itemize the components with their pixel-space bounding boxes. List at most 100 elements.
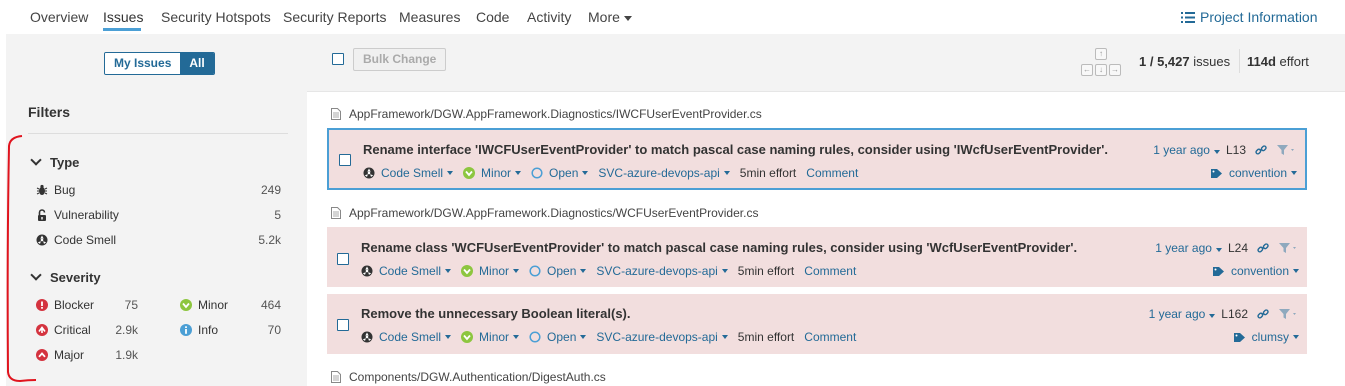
nav-issues[interactable]: Issues (103, 9, 143, 25)
issue-meta: Code Smell Minor Open SVC-azure-devops-a… (363, 166, 868, 180)
issue-assignee-dropdown[interactable]: SVC-azure-devops-api (598, 166, 730, 180)
project-information-link[interactable]: Project Information (1181, 9, 1318, 25)
issue-severity-dropdown[interactable]: Minor (463, 166, 522, 180)
issue-comment-link[interactable]: Comment (804, 330, 856, 344)
issue-assignee-dropdown[interactable]: SVC-azure-devops-api (596, 264, 728, 278)
facet-item-info[interactable]: Info (180, 323, 218, 337)
nav-activity[interactable]: Activity (527, 9, 571, 25)
facet-item-label: Vulnerability (54, 208, 119, 222)
issue-comment-link[interactable]: Comment (806, 166, 858, 180)
issue-effort: 5min effort (737, 264, 795, 278)
facet-item-vulnerability[interactable]: Vulnerability (36, 208, 119, 222)
issue-message[interactable]: Remove the unnecessary Boolean literal(s… (361, 306, 630, 321)
nav-measures[interactable]: Measures (399, 9, 460, 25)
facet-item-label: Code Smell (54, 233, 117, 247)
issue-item[interactable]: Rename class 'WCFUserEventProvider' to m… (327, 227, 1307, 287)
issue-tags-dropdown[interactable]: clumsy (1233, 330, 1299, 344)
facet-item-major[interactable]: Major (36, 348, 84, 362)
caret-down-icon (445, 335, 452, 339)
counter-divider (1239, 49, 1240, 73)
facet-item-code-smell[interactable]: Code Smell (36, 233, 116, 247)
my-issues-button[interactable]: My Issues (105, 53, 181, 74)
file-path[interactable]: AppFramework/DGW.AppFramework.Diagnostic… (331, 206, 758, 220)
filters-divider (28, 133, 288, 134)
issue-tag-label: clumsy (1251, 330, 1289, 344)
arrow-up-key-icon: ↑ (1095, 48, 1107, 60)
select-all-checkbox[interactable] (332, 53, 344, 65)
issue-line: L13 (1225, 143, 1246, 157)
facet-item-label: Major (54, 348, 85, 362)
issue-checkbox[interactable] (339, 154, 351, 166)
facet-item-label: Critical (54, 323, 91, 337)
issue-severity-dropdown[interactable]: Minor (461, 264, 520, 278)
issue-age-label: 1 year ago (1148, 307, 1206, 321)
link-icon[interactable] (1257, 308, 1269, 320)
issue-tags-dropdown[interactable]: convention (1212, 264, 1299, 278)
file-path-label: Components/DGW.Authentication/DigestAuth… (349, 370, 606, 384)
caret-down-icon (723, 171, 730, 175)
nav-overview[interactable]: Overview (30, 9, 88, 25)
link-icon[interactable] (1257, 242, 1269, 254)
all-issues-button[interactable]: All (180, 53, 214, 74)
effort-value: 114d (1247, 54, 1276, 69)
arrow-down-key-icon: ↓ (1095, 64, 1107, 76)
facet-item-count: 5 (274, 208, 281, 222)
nav-code[interactable]: Code (476, 9, 509, 25)
minor-icon (461, 265, 474, 277)
issue-line: L24 (1227, 241, 1248, 255)
issue-assignee-dropdown[interactable]: SVC-azure-devops-api (596, 330, 728, 344)
nav-more[interactable]: More (588, 9, 632, 25)
issue-item[interactable]: Remove the unnecessary Boolean literal(s… (327, 294, 1307, 354)
facet-item-count: 464 (260, 298, 281, 312)
caret-down-icon (1209, 314, 1216, 318)
caret-down-icon (580, 269, 587, 273)
issue-tag-label: convention (1230, 264, 1289, 278)
issue-age-dropdown[interactable]: 1 year ago (1153, 143, 1220, 157)
issue-type-dropdown[interactable]: Code Smell (363, 166, 454, 180)
facet-item-minor[interactable]: Minor (180, 298, 228, 312)
issue-comment-link[interactable]: Comment (804, 264, 856, 278)
facet-item-blocker[interactable]: Blocker (36, 298, 94, 312)
open-status-icon (529, 265, 541, 277)
facet-item-critical[interactable]: Critical (36, 323, 91, 337)
file-path-label: AppFramework/DGW.AppFramework.Diagnostic… (349, 107, 762, 121)
issue-age-dropdown[interactable]: 1 year ago (1149, 307, 1216, 321)
issue-meta: Code Smell Minor Open SVC-azure-devops-a… (361, 264, 866, 278)
issue-type-dropdown[interactable]: Code Smell (361, 264, 452, 278)
bulk-change-button[interactable]: Bulk Change (353, 48, 447, 71)
issue-status-dropdown[interactable]: Open (529, 330, 587, 344)
issue-item[interactable]: Rename interface 'IWCFUserEventProvider'… (327, 128, 1307, 190)
issue-status-dropdown[interactable]: Open (531, 166, 589, 180)
file-icon (331, 207, 341, 219)
minor-icon (180, 299, 192, 311)
issue-severity-dropdown[interactable]: Minor (461, 330, 520, 344)
issue-age-dropdown[interactable]: 1 year ago (1155, 241, 1222, 255)
minor-icon (461, 331, 474, 343)
filter-icon[interactable] (1279, 242, 1299, 254)
facet-item-count: 249 (260, 183, 281, 197)
file-path[interactable]: Components/DGW.Authentication/DigestAuth… (331, 370, 606, 384)
caret-down-icon (1291, 171, 1297, 175)
filters-sidebar: My Issues All Filters Type Bug 249 Vulne… (6, 34, 307, 386)
issue-status-dropdown[interactable]: Open (529, 264, 587, 278)
filter-icon[interactable] (1279, 308, 1299, 320)
caret-down-icon (513, 335, 520, 339)
caret-down-icon (582, 171, 589, 175)
issues-total: 5,427 (1157, 54, 1190, 69)
nav-security-hotspots[interactable]: Security Hotspots (161, 9, 271, 25)
issue-checkbox[interactable] (337, 319, 349, 331)
issue-message[interactable]: Rename interface 'IWCFUserEventProvider'… (363, 142, 1108, 157)
filter-icon[interactable] (1277, 144, 1297, 156)
issue-message[interactable]: Rename class 'WCFUserEventProvider' to m… (361, 240, 1077, 255)
nav-security-reports[interactable]: Security Reports (283, 9, 386, 25)
issue-checkbox[interactable] (337, 253, 349, 265)
issue-type-dropdown[interactable]: Code Smell (361, 330, 452, 344)
facet-item-label: Bug (54, 183, 76, 197)
link-icon[interactable] (1255, 144, 1267, 156)
file-path[interactable]: AppFramework/DGW.AppFramework.Diagnostic… (331, 107, 762, 121)
issue-tags-dropdown[interactable]: convention (1210, 166, 1297, 180)
issue-status-label: Open (549, 166, 579, 180)
issue-effort: 5min effort (739, 166, 797, 180)
file-path-label: AppFramework/DGW.AppFramework.Diagnostic… (349, 206, 759, 220)
caret-down-icon (721, 269, 728, 273)
